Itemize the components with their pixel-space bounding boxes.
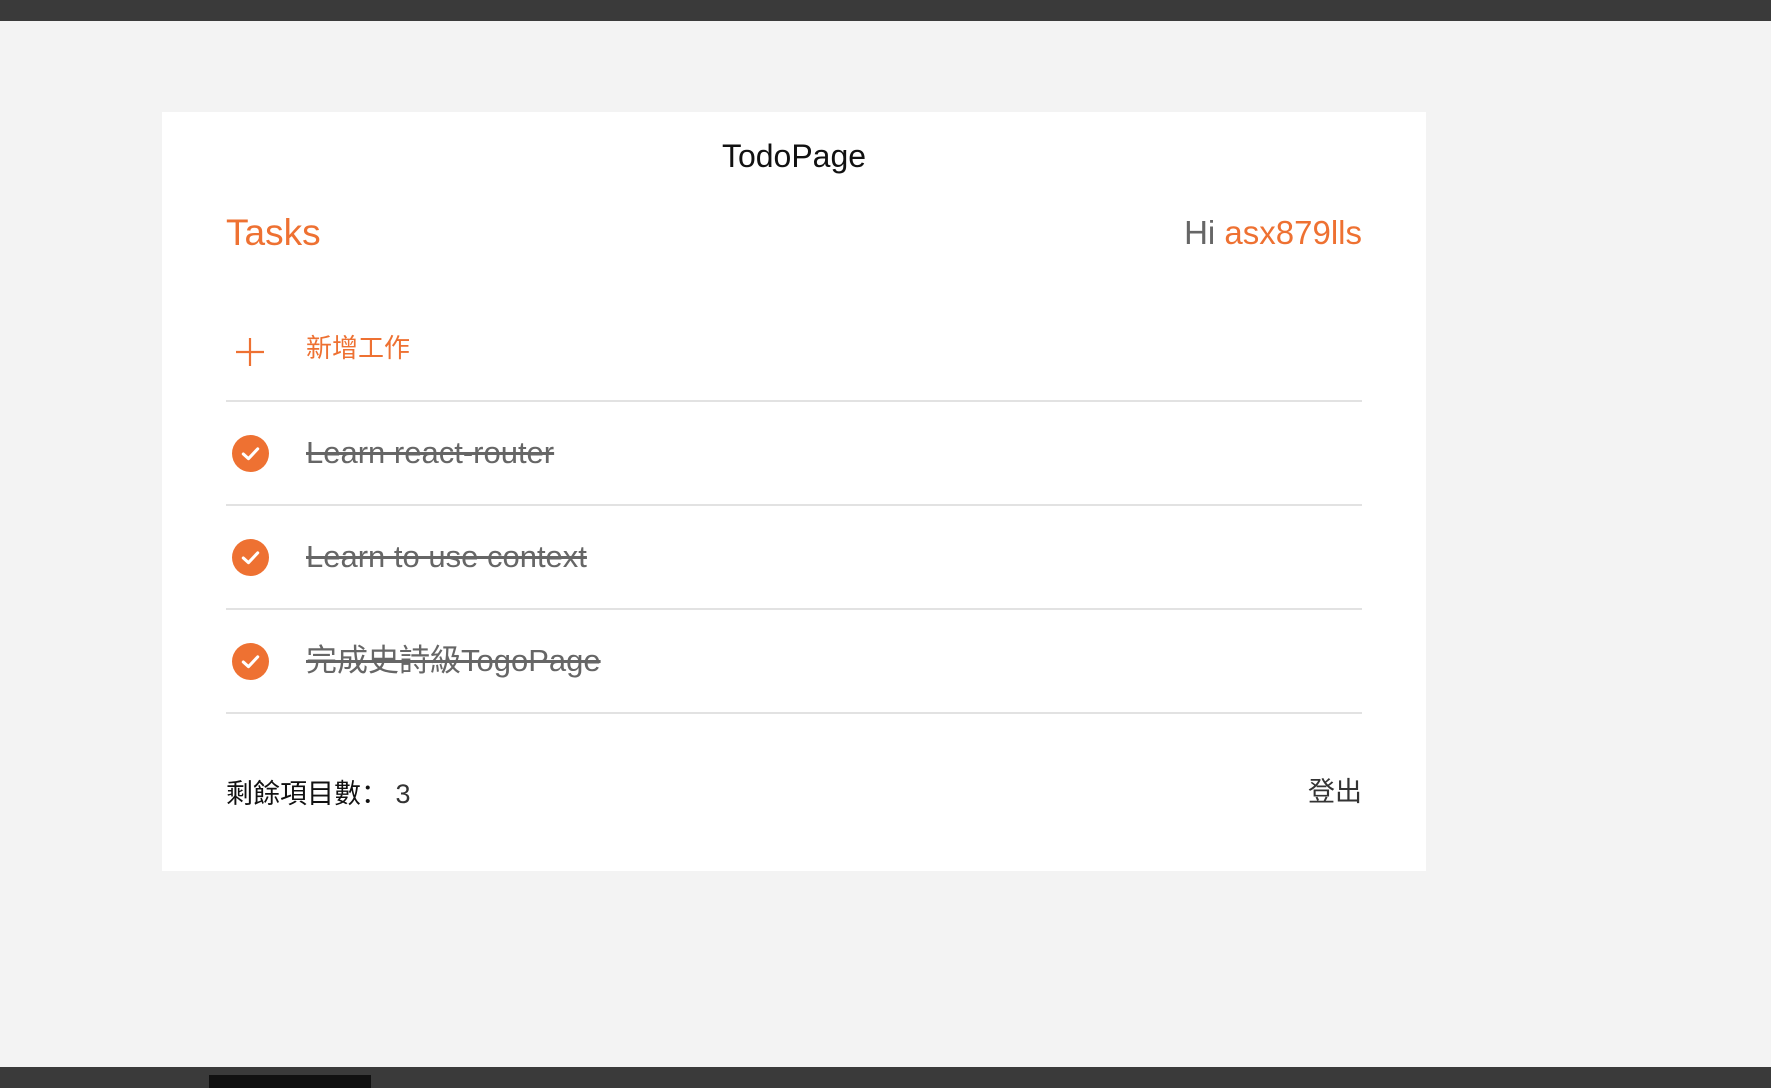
todo-card: TodoPage Tasks Hi asx879lls 新增工作 Learn r… (162, 112, 1426, 871)
remaining-label: 剩餘項目數： (226, 779, 388, 809)
check-circle-icon[interactable] (232, 539, 269, 576)
add-task-row[interactable]: 新增工作 (226, 312, 1362, 402)
remaining-count-value: 3 (395, 779, 411, 809)
task-item: Learn react-router (226, 402, 1362, 506)
remaining-count: 剩餘項目數： 3 (226, 774, 411, 814)
logout-button[interactable]: 登出 (1308, 772, 1362, 812)
check-circle-icon[interactable] (232, 435, 269, 472)
plus-icon[interactable] (234, 336, 266, 368)
page-title: TodoPage (721, 138, 867, 174)
check-circle-icon[interactable] (232, 643, 269, 680)
task-item: 完成史詩級TogoPage (226, 610, 1362, 714)
taskbar-app-button[interactable] (209, 1075, 371, 1088)
greeting-prefix: Hi (1184, 214, 1216, 251)
tasks-heading: Tasks (226, 212, 321, 253)
task-text[interactable]: Learn to use context (306, 535, 587, 579)
task-text[interactable]: 完成史詩級TogoPage (306, 639, 601, 683)
add-task-input[interactable]: 新增工作 (306, 328, 410, 368)
task-item: Learn to use context (226, 506, 1362, 610)
task-text[interactable]: Learn react-router (306, 431, 554, 475)
user-greeting: Hi asx879lls (1184, 210, 1362, 256)
username: asx879lls (1224, 214, 1362, 251)
window-top-bar (0, 0, 1771, 21)
taskbar (0, 1067, 1771, 1088)
